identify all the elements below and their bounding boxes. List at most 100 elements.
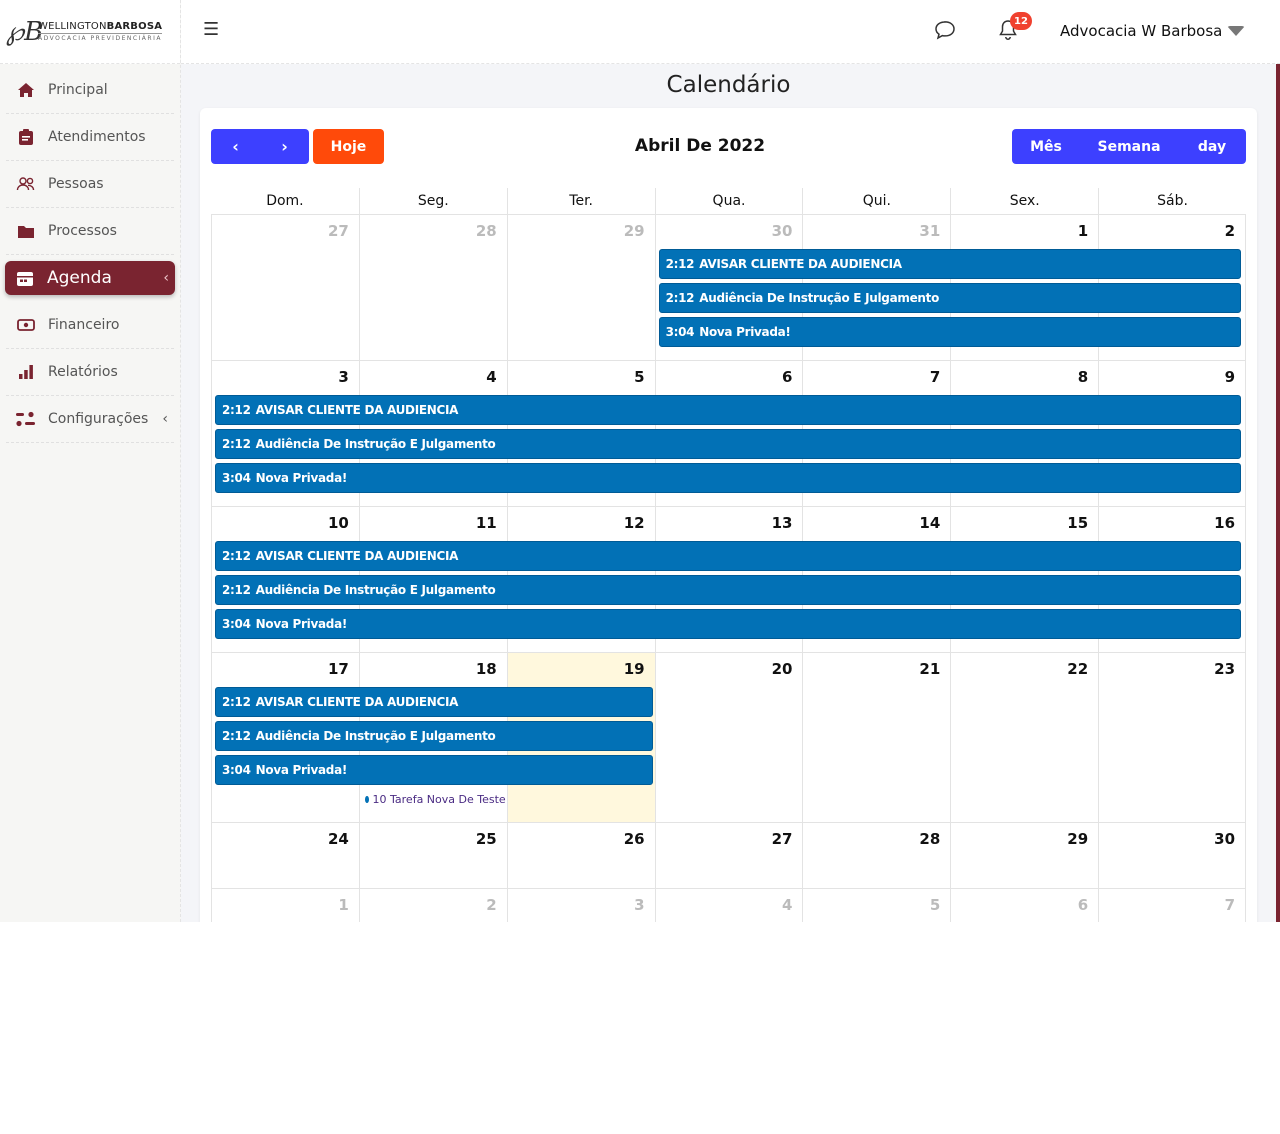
- day-number[interactable]: 24: [328, 830, 349, 848]
- calendar-event[interactable]: 2:12 Audiência De Instrução E Julgamento: [215, 721, 653, 751]
- day-number[interactable]: 1: [1078, 222, 1088, 240]
- sidebar-item-relatorios[interactable]: Relatórios: [6, 349, 174, 396]
- calendar-event[interactable]: 2:12 AVISAR CLIENTE DA AUDIENCIA: [215, 687, 653, 717]
- view-week-button[interactable]: Semana: [1080, 129, 1178, 164]
- day-number[interactable]: 7: [930, 368, 940, 386]
- day-cell[interactable]: 27: [654, 823, 803, 888]
- day-number[interactable]: 25: [476, 830, 497, 848]
- user-name[interactable]: Advocacia W Barbosa: [1060, 22, 1222, 40]
- task-event[interactable]: 10 Tarefa Nova De Teste: [364, 793, 506, 806]
- day-number[interactable]: 3: [634, 896, 644, 914]
- calendar-event[interactable]: 2:12 Audiência De Instrução E Julgamento: [658, 283, 1241, 313]
- day-cell[interactable]: 21: [802, 653, 950, 822]
- day-number[interactable]: 2: [1225, 222, 1235, 240]
- chat-icon[interactable]: [934, 20, 956, 44]
- day-cell[interactable]: 28: [358, 215, 507, 360]
- calendar-event[interactable]: 3:04 Nova Privada!: [215, 609, 1241, 639]
- chevron-left-icon[interactable]: ‹: [162, 411, 168, 427]
- day-cell[interactable]: 26: [506, 823, 655, 888]
- day-cell[interactable]: 7: [1098, 889, 1247, 922]
- day-number[interactable]: 8: [1078, 368, 1088, 386]
- day-number[interactable]: 10: [328, 514, 349, 532]
- day-cell[interactable]: 29: [950, 823, 1098, 888]
- day-number[interactable]: 20: [772, 660, 793, 678]
- sidebar-item-principal[interactable]: Principal: [6, 67, 174, 114]
- day-cell[interactable]: 22: [950, 653, 1098, 822]
- prev-button[interactable]: ‹: [211, 129, 260, 164]
- day-number[interactable]: 15: [1067, 514, 1088, 532]
- day-number[interactable]: 28: [919, 830, 940, 848]
- sidebar-item-configuracoes[interactable]: Configurações ‹: [6, 396, 174, 443]
- day-cell[interactable]: 1: [211, 889, 359, 922]
- day-number[interactable]: 14: [919, 514, 940, 532]
- sidebar-item-agenda[interactable]: Agenda ‹: [5, 261, 175, 295]
- day-number[interactable]: 23: [1214, 660, 1235, 678]
- day-number[interactable]: 29: [624, 222, 645, 240]
- sidebar-item-financeiro[interactable]: Financeiro: [6, 302, 174, 349]
- day-cell[interactable]: 6: [950, 889, 1098, 922]
- day-cell[interactable]: 20: [654, 653, 803, 822]
- day-number[interactable]: 13: [772, 514, 793, 532]
- calendar-event[interactable]: 3:04 Nova Privada!: [658, 317, 1241, 347]
- day-number[interactable]: 22: [1067, 660, 1088, 678]
- day-number[interactable]: 30: [1214, 830, 1235, 848]
- sidebar-item-atendimentos[interactable]: Atendimentos: [6, 114, 174, 161]
- day-number[interactable]: 12: [624, 514, 645, 532]
- day-number[interactable]: 4: [782, 896, 792, 914]
- day-number[interactable]: 2: [486, 896, 496, 914]
- day-number[interactable]: 27: [328, 222, 349, 240]
- day-number[interactable]: 4: [486, 368, 496, 386]
- topbar: ☰ 12 Advocacia W Barbosa: [181, 0, 1280, 64]
- day-number[interactable]: 6: [1078, 896, 1088, 914]
- sidebar-item-pessoas[interactable]: Pessoas: [6, 161, 174, 208]
- day-cell[interactable]: 25: [358, 823, 507, 888]
- logo[interactable]: ℘B WELLINGTONBARBOSA ADVOCACIA PREVIDENC…: [0, 0, 180, 64]
- calendar-event[interactable]: 3:04 Nova Privada!: [215, 755, 653, 785]
- day-number[interactable]: 1: [338, 896, 348, 914]
- calendar-event[interactable]: 2:12 AVISAR CLIENTE DA AUDIENCIA: [658, 249, 1241, 279]
- caret-down-icon[interactable]: [1227, 26, 1245, 36]
- view-month-button[interactable]: Mês: [1012, 129, 1080, 164]
- day-cell[interactable]: 2: [358, 889, 507, 922]
- calendar-event[interactable]: 2:12 AVISAR CLIENTE DA AUDIENCIA: [215, 395, 1241, 425]
- day-number[interactable]: 31: [919, 222, 940, 240]
- calendar-event[interactable]: 2:12 Audiência De Instrução E Julgamento: [215, 429, 1241, 459]
- today-button[interactable]: Hoje: [313, 129, 384, 164]
- day-number[interactable]: 27: [772, 830, 793, 848]
- day-number[interactable]: 28: [476, 222, 497, 240]
- day-number[interactable]: 29: [1067, 830, 1088, 848]
- day-cell[interactable]: 23: [1098, 653, 1247, 822]
- day-number[interactable]: 6: [782, 368, 792, 386]
- day-cell[interactable]: 24: [211, 823, 359, 888]
- day-number[interactable]: 21: [919, 660, 940, 678]
- day-number[interactable]: 5: [634, 368, 644, 386]
- calendar-event[interactable]: 2:12 Audiência De Instrução E Julgamento: [215, 575, 1241, 605]
- sidebar-item-processos[interactable]: Processos: [6, 208, 174, 255]
- day-number[interactable]: 9: [1225, 368, 1235, 386]
- day-number[interactable]: 16: [1214, 514, 1235, 532]
- day-cell[interactable]: 29: [506, 215, 655, 360]
- chevron-left-icon[interactable]: ‹: [163, 270, 169, 286]
- next-button[interactable]: ›: [260, 129, 309, 164]
- week-row: 1 2 3 4 5 6 7: [211, 888, 1247, 922]
- day-number[interactable]: 18: [476, 660, 497, 678]
- view-day-button[interactable]: day: [1178, 129, 1246, 164]
- day-number[interactable]: 26: [624, 830, 645, 848]
- day-number[interactable]: 30: [772, 222, 793, 240]
- day-number[interactable]: 5: [930, 896, 940, 914]
- day-number[interactable]: 3: [338, 368, 348, 386]
- day-cell[interactable]: 3: [506, 889, 655, 922]
- day-cell[interactable]: 5: [802, 889, 950, 922]
- day-cell[interactable]: 27: [211, 215, 359, 360]
- calendar-event[interactable]: 2:12 AVISAR CLIENTE DA AUDIENCIA: [215, 541, 1241, 571]
- event-title: AVISAR CLIENTE DA AUDIENCIA: [255, 403, 459, 417]
- menu-toggle-icon[interactable]: ☰: [203, 19, 219, 40]
- day-number[interactable]: 17: [328, 660, 349, 678]
- day-number[interactable]: 11: [476, 514, 497, 532]
- day-cell[interactable]: 4: [654, 889, 803, 922]
- day-number[interactable]: 19: [624, 660, 645, 678]
- day-cell[interactable]: 28: [802, 823, 950, 888]
- day-number[interactable]: 7: [1225, 896, 1235, 914]
- calendar-event[interactable]: 3:04 Nova Privada!: [215, 463, 1241, 493]
- day-cell[interactable]: 30: [1098, 823, 1247, 888]
